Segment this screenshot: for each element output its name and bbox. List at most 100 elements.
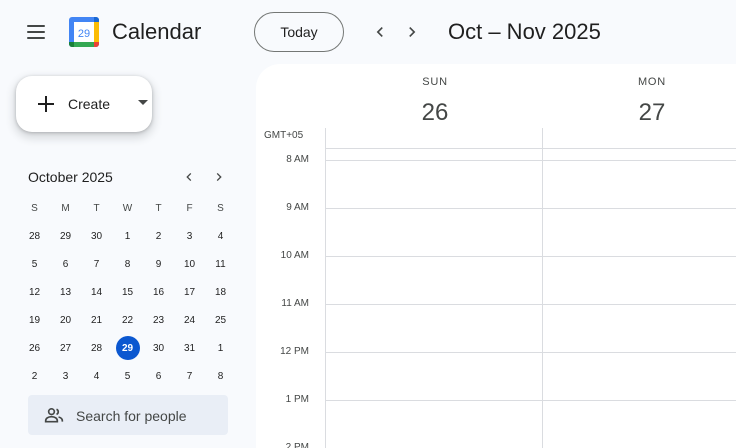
mini-calendar-day-number: 29 <box>59 230 72 242</box>
mini-calendar-day[interactable]: 2 <box>143 224 174 248</box>
svg-text:29: 29 <box>78 28 90 40</box>
menu-icon-bar <box>27 31 45 33</box>
mini-calendar-day[interactable]: 3 <box>174 224 205 248</box>
chevron-left-icon <box>376 27 383 37</box>
hour-line <box>325 400 736 401</box>
mini-calendar-day[interactable]: 4 <box>81 364 112 388</box>
hour-line <box>325 304 736 305</box>
mini-calendar-day-number: 31 <box>183 342 196 354</box>
mini-calendar-day[interactable]: 18 <box>205 280 236 304</box>
mini-calendar-day[interactable]: 26 <box>19 336 50 360</box>
mini-calendar-day-number: 26 <box>28 342 41 354</box>
search-people-input[interactable]: Search for people <box>28 395 228 435</box>
mini-calendar-day[interactable]: 13 <box>50 280 81 304</box>
mini-calendar-day[interactable]: 1 <box>205 336 236 360</box>
menu-icon-bar <box>27 37 45 39</box>
mini-calendar-day[interactable]: 5 <box>19 252 50 276</box>
mini-calendar-day[interactable]: 9 <box>143 252 174 276</box>
day-header-sun[interactable]: SUN 26 <box>405 76 465 127</box>
mini-calendar-day[interactable]: 7 <box>81 252 112 276</box>
weekday-label: S <box>217 202 224 214</box>
hour-line <box>325 352 736 353</box>
mini-calendar-day-number: 21 <box>90 314 103 326</box>
mini-calendar-day[interactable]: 8 <box>112 252 143 276</box>
mini-calendar-day[interactable]: 11 <box>205 252 236 276</box>
mini-calendar-day[interactable]: 31 <box>174 336 205 360</box>
day-header-mon[interactable]: MON 27 <box>622 76 682 127</box>
mini-calendar-day[interactable]: 8 <box>205 364 236 388</box>
mini-calendar-day[interactable]: 3 <box>50 364 81 388</box>
mini-calendar-day[interactable]: 4 <box>205 224 236 248</box>
mini-calendar-day[interactable]: 20 <box>50 308 81 332</box>
next-week-button[interactable] <box>396 16 428 48</box>
menu-icon-bar <box>27 25 45 27</box>
mini-calendar-day[interactable]: 28 <box>19 224 50 248</box>
hour-line <box>325 160 736 161</box>
mini-calendar-day-number: 24 <box>183 314 196 326</box>
mini-calendar-prev-month[interactable] <box>177 165 201 189</box>
mini-calendar-day-number: 11 <box>215 258 226 270</box>
mini-calendar-day[interactable]: 25 <box>205 308 236 332</box>
calendar-logo-icon[interactable]: 29 <box>68 16 100 48</box>
mini-calendar-grid: S M T W T F S 28 29 30 1 2 3 4 5 6 7 8 9 10 11 12 13 14 1… <box>19 194 236 390</box>
today-button[interactable]: Today <box>254 12 344 52</box>
hour-label: 8 AM <box>286 154 309 165</box>
header-divider <box>325 148 736 149</box>
mini-calendar-day-number: 22 <box>121 314 134 326</box>
mini-calendar-day-number: 5 <box>31 258 38 270</box>
hour-label: 10 AM <box>280 250 309 261</box>
mini-calendar-day[interactable]: 27 <box>50 336 81 360</box>
mini-calendar-day-number: 13 <box>59 286 72 298</box>
mini-calendar-day-number: 3 <box>186 230 193 242</box>
mini-calendar-week-row: 28 29 30 1 2 3 4 <box>19 222 236 250</box>
mini-calendar-day[interactable]: 16 <box>143 280 174 304</box>
mini-calendar-day[interactable]: 6 <box>143 364 174 388</box>
mini-calendar-day[interactable]: 29 <box>112 336 143 360</box>
mini-calendar-day[interactable]: 15 <box>112 280 143 304</box>
main-menu-button[interactable] <box>20 16 52 48</box>
mini-calendar-week-row: 19 20 21 22 23 24 25 <box>19 306 236 334</box>
mini-calendar-day-number: 6 <box>62 258 69 270</box>
mini-calendar-day[interactable]: 19 <box>19 308 50 332</box>
mini-calendar-day-number: 27 <box>59 342 72 354</box>
day-of-week-label: SUN <box>422 76 448 88</box>
mini-calendar-day[interactable]: 21 <box>81 308 112 332</box>
mini-calendar-day-number: 9 <box>155 258 162 270</box>
mini-calendar-day-number: 29 <box>115 336 140 360</box>
plus-icon <box>38 96 54 112</box>
mini-calendar-week-row: 26 27 28 29 30 31 1 <box>19 334 236 362</box>
mini-calendar-day-number: 28 <box>28 230 41 242</box>
mini-calendar-day-number: 23 <box>152 314 165 326</box>
mini-calendar-day[interactable]: 5 <box>112 364 143 388</box>
previous-week-button[interactable] <box>364 16 396 48</box>
mini-calendar-day[interactable]: 22 <box>112 308 143 332</box>
chevron-right-icon <box>216 173 222 181</box>
mini-calendar-day-number: 17 <box>183 286 196 298</box>
mini-calendar-day[interactable]: 23 <box>143 308 174 332</box>
mini-calendar-next-month[interactable] <box>207 165 231 189</box>
day-number[interactable]: 27 <box>622 99 682 127</box>
mini-calendar-day[interactable]: 1 <box>112 224 143 248</box>
mini-calendar-day[interactable]: 30 <box>81 224 112 248</box>
mini-calendar-day[interactable]: 14 <box>81 280 112 304</box>
mini-calendar-day-number: 4 <box>217 230 224 242</box>
mini-calendar-day[interactable]: 17 <box>174 280 205 304</box>
mini-calendar-day-number: 2 <box>31 370 38 382</box>
mini-calendar-day[interactable]: 10 <box>174 252 205 276</box>
mini-calendar-day-number: 3 <box>62 370 69 382</box>
mini-calendar-day[interactable]: 6 <box>50 252 81 276</box>
create-button[interactable]: Create <box>16 76 152 132</box>
mini-calendar-day[interactable]: 28 <box>81 336 112 360</box>
mini-calendar-day[interactable]: 29 <box>50 224 81 248</box>
mini-calendar-day[interactable]: 30 <box>143 336 174 360</box>
create-button-label: Create <box>68 96 111 112</box>
mini-calendar-day[interactable]: 2 <box>19 364 50 388</box>
mini-calendar-day-number: 12 <box>28 286 41 298</box>
mini-calendar-day[interactable]: 12 <box>19 280 50 304</box>
mini-calendar-day[interactable]: 7 <box>174 364 205 388</box>
dropdown-caret-icon[interactable] <box>138 100 148 105</box>
mini-calendar-day[interactable]: 24 <box>174 308 205 332</box>
day-number[interactable]: 26 <box>405 99 465 127</box>
weekday-label: T <box>155 202 162 214</box>
mini-calendar-day-number: 25 <box>214 314 227 326</box>
